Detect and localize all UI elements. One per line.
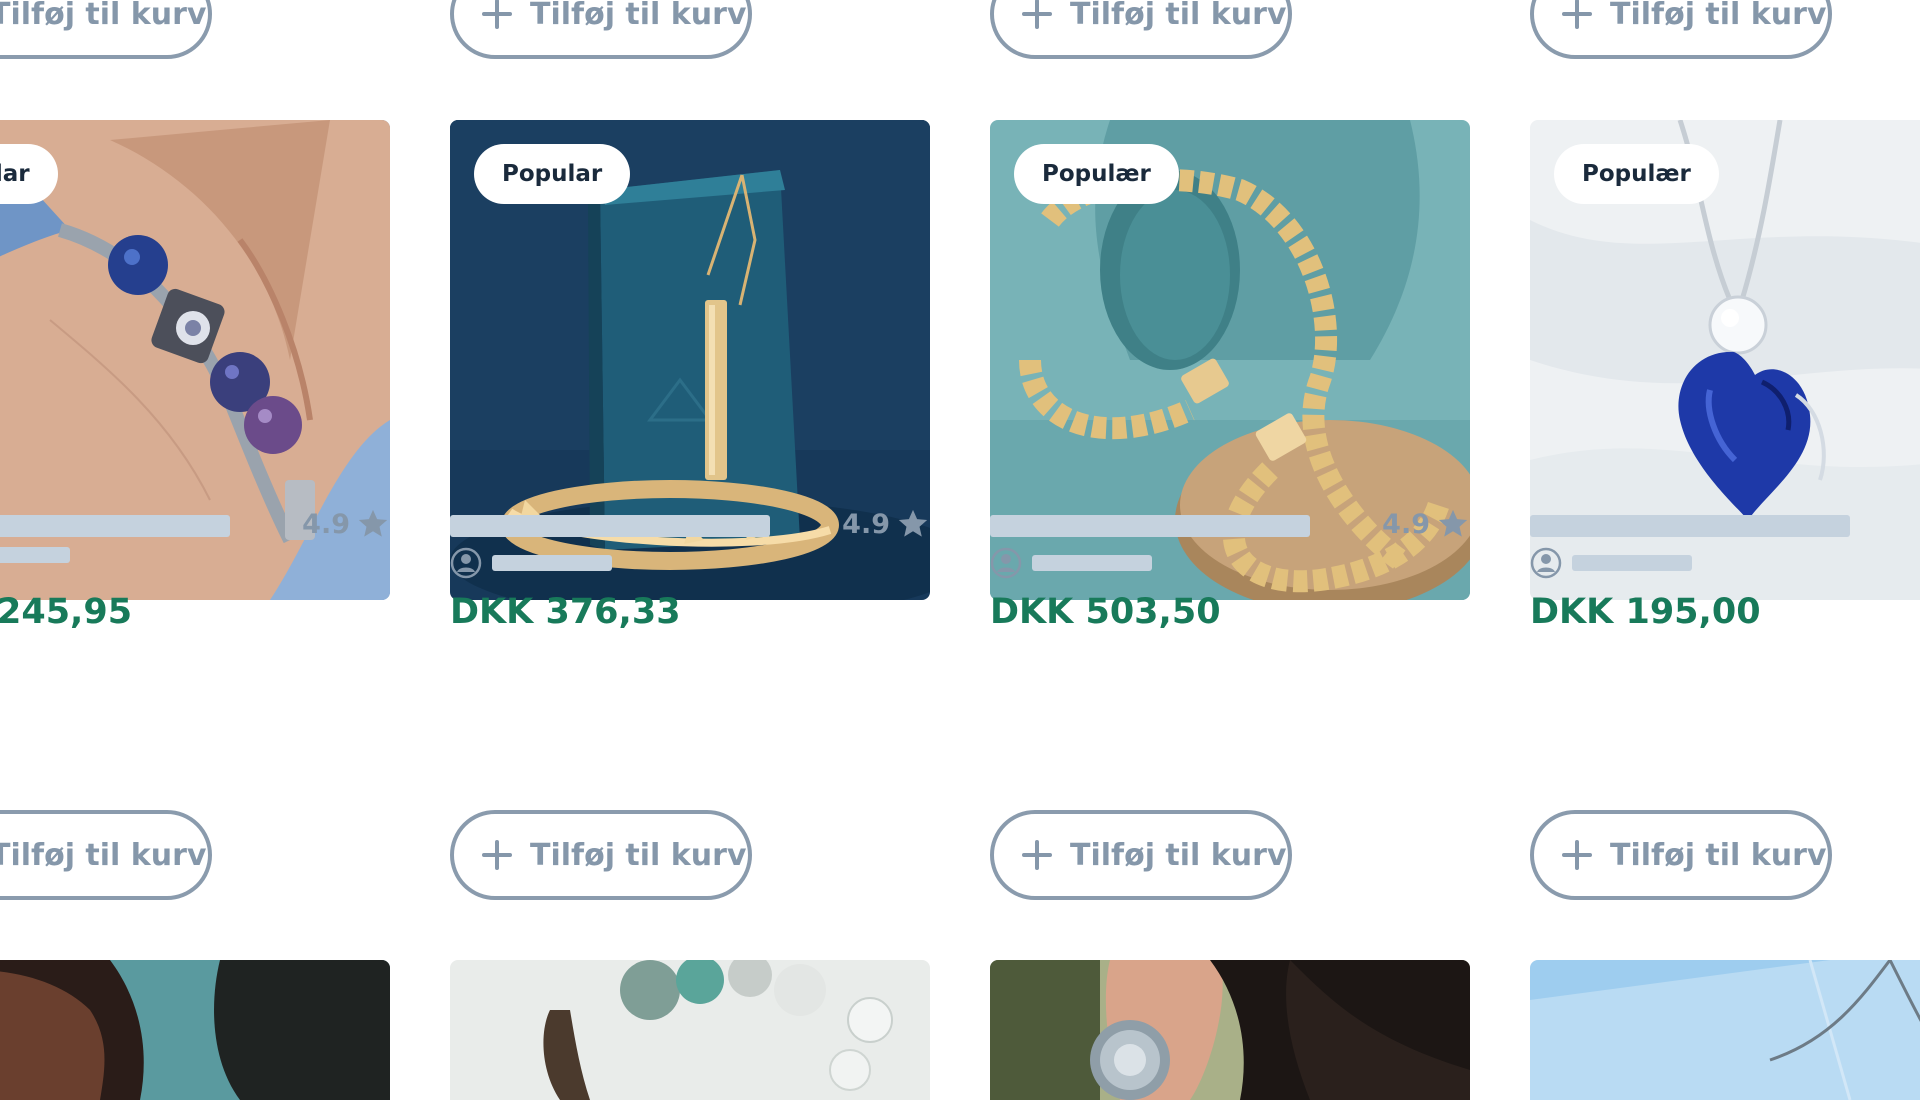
- product-name-placeholder: [0, 515, 230, 537]
- seller-name-placeholder: [1032, 555, 1152, 571]
- seller-info: [0, 547, 70, 563]
- plus-icon: [1022, 0, 1052, 29]
- add-to-cart-button[interactable]: Tilføj til kurv: [990, 0, 1292, 59]
- product-price: DKK 195,00: [1530, 592, 1761, 632]
- popular-badge: pular: [0, 144, 58, 204]
- plus-icon: [1022, 840, 1052, 870]
- add-to-cart-label: Tilføj til kurv: [0, 837, 207, 873]
- plus-icon: [482, 840, 512, 870]
- product-image[interactable]: [450, 960, 930, 1100]
- star-icon: [898, 509, 928, 537]
- plus-icon: [1562, 0, 1592, 29]
- product-price: 245,95: [0, 592, 133, 632]
- product-name-placeholder: [1530, 515, 1850, 537]
- star-icon: [1438, 509, 1468, 537]
- add-to-cart-label: Tilføj til kurv: [1610, 0, 1827, 32]
- add-to-cart-button[interactable]: Tilføj til kurv: [990, 810, 1292, 900]
- seller-info: [1530, 547, 1692, 579]
- add-to-cart-button[interactable]: Tilføj til kurv: [450, 0, 752, 59]
- add-to-cart-button[interactable]: Tilføj til kurv: [0, 0, 212, 59]
- popular-badge: Popular: [474, 144, 631, 204]
- popular-badge: Populær: [1014, 144, 1179, 204]
- seller-name-placeholder: [492, 555, 612, 571]
- add-to-cart-button[interactable]: Tilføj til kurv: [1530, 0, 1832, 59]
- seller-name-placeholder: [1572, 555, 1692, 571]
- add-to-cart-label: Tilføj til kurv: [1070, 837, 1287, 873]
- add-to-cart-button[interactable]: Tilføj til kurv: [0, 810, 212, 900]
- popular-badge: Populær: [1554, 144, 1719, 204]
- product-image[interactable]: [990, 960, 1470, 1100]
- rating-value: 4.9: [1382, 508, 1430, 540]
- user-icon: [1530, 547, 1562, 579]
- product-rating: 4.9: [842, 504, 930, 544]
- add-to-cart-button[interactable]: Tilføj til kurv: [1530, 810, 1832, 900]
- add-to-cart-label: Tilføj til kurv: [530, 0, 747, 32]
- product-image[interactable]: [1530, 960, 1920, 1100]
- rating-value: 4.9: [842, 508, 890, 540]
- product-image[interactable]: [0, 960, 390, 1100]
- product-price: DKK 376,33: [450, 592, 681, 632]
- plus-icon: [1562, 840, 1592, 870]
- star-icon: [358, 509, 388, 537]
- product-rating: 4.9: [302, 504, 390, 544]
- rating-value: 4.9: [302, 508, 350, 540]
- add-to-cart-label: Tilføj til kurv: [0, 0, 207, 32]
- product-price: DKK 503,50: [990, 592, 1221, 632]
- product-rating: 4.9: [1382, 504, 1470, 544]
- seller-info: [990, 547, 1152, 579]
- add-to-cart-button[interactable]: Tilføj til kurv: [450, 810, 752, 900]
- seller-info: [450, 547, 612, 579]
- add-to-cart-label: Tilføj til kurv: [1610, 837, 1827, 873]
- product-name-placeholder: [450, 515, 770, 537]
- add-to-cart-label: Tilføj til kurv: [530, 837, 747, 873]
- add-to-cart-label: Tilføj til kurv: [1070, 0, 1287, 32]
- plus-icon: [482, 0, 512, 29]
- seller-name-placeholder: [0, 547, 70, 563]
- user-icon: [990, 547, 1022, 579]
- product-name-placeholder: [990, 515, 1310, 537]
- user-icon: [450, 547, 482, 579]
